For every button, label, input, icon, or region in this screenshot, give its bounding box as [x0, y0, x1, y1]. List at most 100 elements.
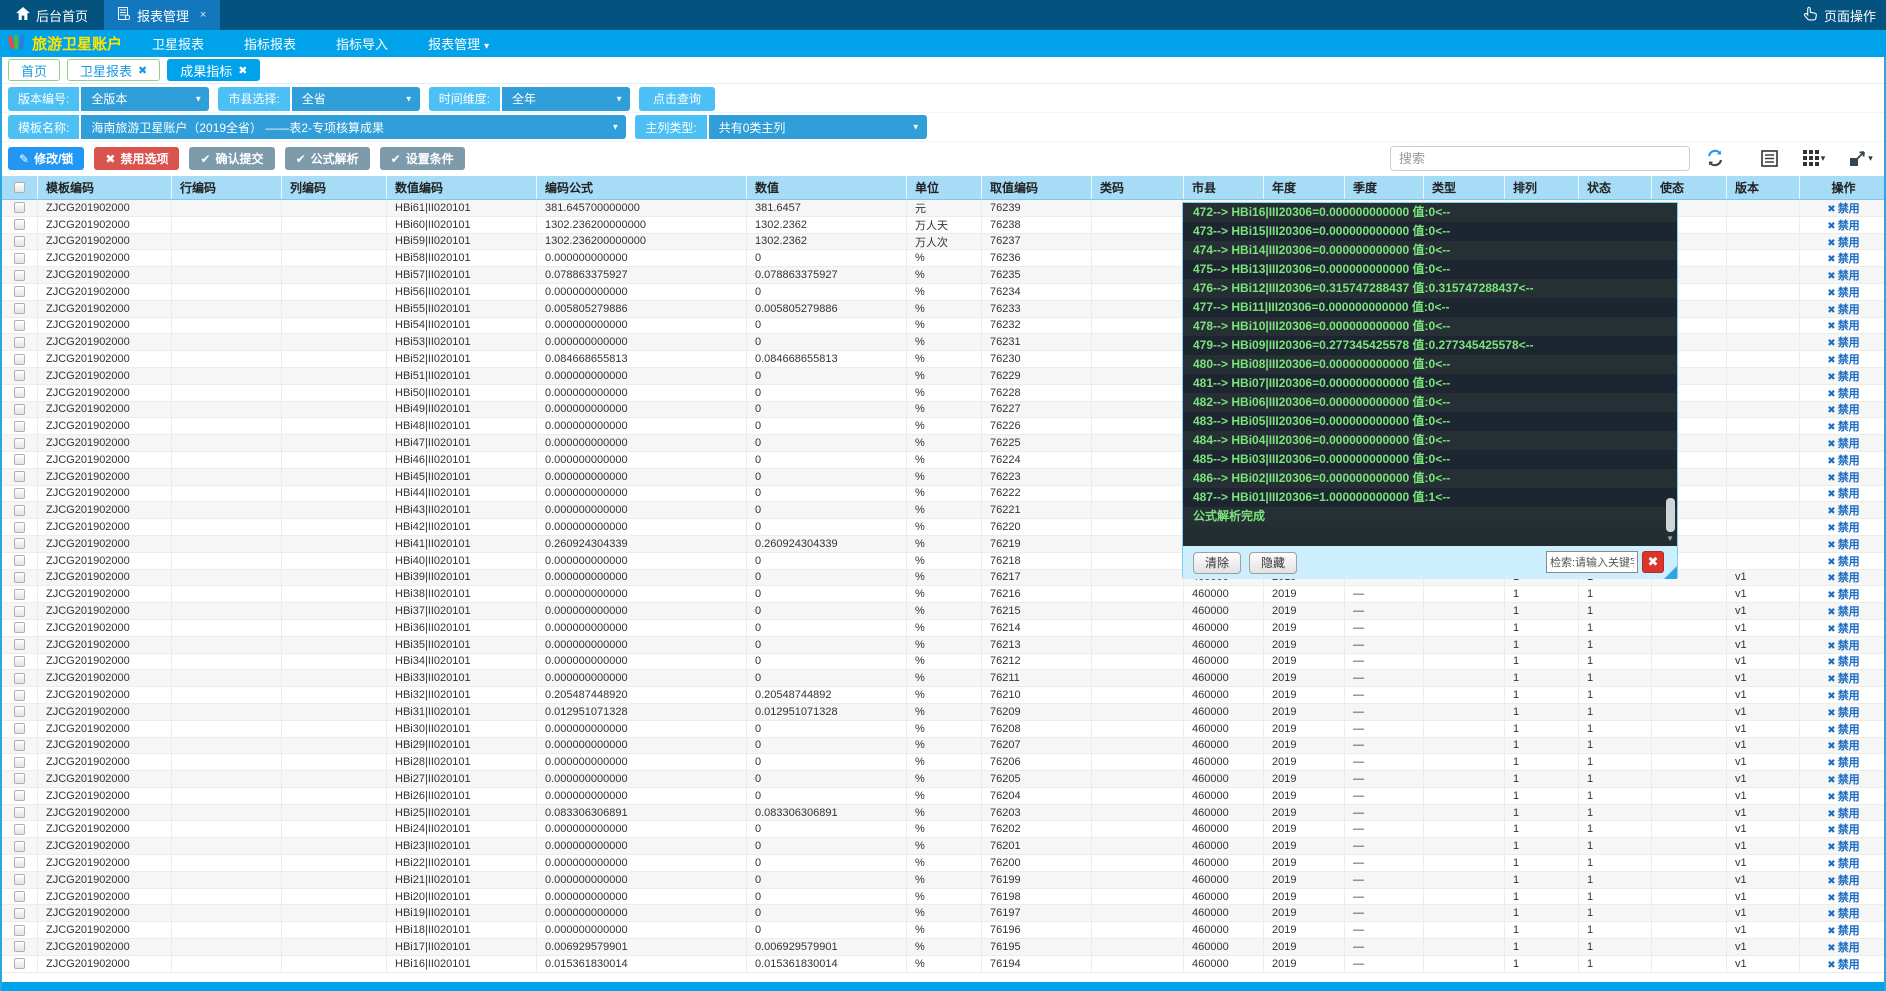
设置条件-button[interactable]: ✔设置条件 [380, 147, 465, 170]
disable-link[interactable]: ✖禁用 [1827, 284, 1859, 300]
disable-link[interactable]: ✖禁用 [1827, 368, 1859, 384]
console-close-button[interactable]: ✖ [1642, 551, 1664, 573]
disable-link[interactable]: ✖禁用 [1827, 553, 1859, 569]
close-icon[interactable]: ✖ [138, 64, 147, 77]
row-checkbox[interactable] [14, 841, 25, 852]
row-checkbox[interactable] [14, 958, 25, 969]
disable-link[interactable]: ✖禁用 [1827, 536, 1859, 552]
row-checkbox[interactable] [14, 555, 25, 566]
row-checkbox[interactable] [14, 673, 25, 684]
nav-item-指标报表[interactable]: 指标报表 [224, 34, 316, 53]
row-checkbox[interactable] [14, 438, 25, 449]
disable-link[interactable]: ✖禁用 [1827, 889, 1859, 905]
row-checkbox[interactable] [14, 925, 25, 936]
filter-select[interactable]: 全省 [292, 87, 420, 111]
disable-link[interactable]: ✖禁用 [1827, 301, 1859, 317]
disable-link[interactable]: ✖禁用 [1827, 351, 1859, 367]
row-checkbox[interactable] [14, 454, 25, 465]
row-checkbox[interactable] [14, 908, 25, 919]
row-checkbox[interactable] [14, 656, 25, 667]
row-checkbox[interactable] [14, 370, 25, 381]
disable-link[interactable]: ✖禁用 [1827, 956, 1859, 972]
resize-corner-handle[interactable] [1664, 566, 1677, 579]
disable-link[interactable]: ✖禁用 [1827, 855, 1859, 871]
row-checkbox[interactable] [14, 723, 25, 734]
row-checkbox[interactable] [14, 606, 25, 617]
columns-grid-icon[interactable]: ▾ [1797, 147, 1831, 169]
公式解析-button[interactable]: ✔公式解析 [285, 147, 370, 170]
disable-link[interactable]: ✖禁用 [1827, 267, 1859, 283]
row-checkbox[interactable] [14, 337, 25, 348]
disable-link[interactable]: ✖禁用 [1827, 738, 1859, 754]
disable-link[interactable]: ✖禁用 [1827, 939, 1859, 955]
row-checkbox[interactable] [14, 773, 25, 784]
filter-select[interactable]: 全年 [502, 87, 630, 111]
top-tab-close-icon[interactable]: × [200, 9, 206, 21]
top-tab-report-management[interactable]: 报表管理 × [104, 0, 220, 30]
row-checkbox[interactable] [14, 286, 25, 297]
row-checkbox[interactable] [14, 270, 25, 281]
list-view-icon[interactable] [1758, 147, 1780, 169]
row-checkbox[interactable] [14, 236, 25, 247]
row-checkbox[interactable] [14, 538, 25, 549]
disable-link[interactable]: ✖禁用 [1827, 318, 1859, 334]
nav-item-报表管理[interactable]: 报表管理▾ [408, 34, 509, 53]
disable-link[interactable]: ✖禁用 [1827, 435, 1859, 451]
disable-link[interactable]: ✖禁用 [1827, 217, 1859, 233]
row-checkbox[interactable] [14, 790, 25, 801]
row-checkbox[interactable] [14, 874, 25, 885]
disable-link[interactable]: ✖禁用 [1827, 687, 1859, 703]
row-checkbox[interactable] [14, 740, 25, 751]
disable-link[interactable]: ✖禁用 [1827, 620, 1859, 636]
scroll-down-arrow-icon[interactable]: ▼ [1666, 534, 1674, 543]
确认提交-button[interactable]: ✔确认提交 [189, 147, 274, 170]
workspace-tab-首页[interactable]: 首页 [8, 59, 60, 81]
row-checkbox[interactable] [14, 807, 25, 818]
backend-home-button[interactable]: 后台首页 [0, 0, 104, 30]
filter-select[interactable]: 全版本 [81, 87, 209, 111]
disable-link[interactable]: ✖禁用 [1827, 385, 1859, 401]
disable-link[interactable]: ✖禁用 [1827, 821, 1859, 837]
console-clear-button[interactable]: 清除 [1193, 552, 1241, 574]
app-brand[interactable]: 旅游卫星账户 [0, 33, 132, 54]
disable-link[interactable]: ✖禁用 [1827, 250, 1859, 266]
禁用选项-button[interactable]: ✖禁用选项 [94, 147, 179, 170]
row-checkbox[interactable] [14, 421, 25, 432]
row-checkbox[interactable] [14, 690, 25, 701]
disable-link[interactable]: ✖禁用 [1827, 654, 1859, 670]
nav-item-卫星报表[interactable]: 卫星报表 [132, 34, 224, 53]
disable-link[interactable]: ✖禁用 [1827, 670, 1859, 686]
row-checkbox[interactable] [14, 488, 25, 499]
row-checkbox[interactable] [14, 572, 25, 583]
disable-link[interactable]: ✖禁用 [1827, 788, 1859, 804]
row-checkbox[interactable] [14, 253, 25, 264]
row-checkbox[interactable] [14, 471, 25, 482]
disable-link[interactable]: ✖禁用 [1827, 469, 1859, 485]
disable-link[interactable]: ✖禁用 [1827, 234, 1859, 250]
disable-link[interactable]: ✖禁用 [1827, 586, 1859, 602]
select-all-checkbox[interactable] [14, 182, 25, 193]
row-checkbox[interactable] [14, 857, 25, 868]
disable-link[interactable]: ✖禁用 [1827, 905, 1859, 921]
row-checkbox[interactable] [14, 303, 25, 314]
row-checkbox[interactable] [14, 891, 25, 902]
row-checkbox[interactable] [14, 589, 25, 600]
disable-link[interactable]: ✖禁用 [1827, 637, 1859, 653]
search-input[interactable] [1390, 146, 1690, 171]
row-checkbox[interactable] [14, 387, 25, 398]
disable-link[interactable]: ✖禁用 [1827, 838, 1859, 854]
disable-link[interactable]: ✖禁用 [1827, 570, 1859, 586]
disable-link[interactable]: ✖禁用 [1827, 519, 1859, 535]
disable-link[interactable]: ✖禁用 [1827, 805, 1859, 821]
disable-link[interactable]: ✖禁用 [1827, 486, 1859, 502]
row-checkbox[interactable] [14, 941, 25, 952]
disable-link[interactable]: ✖禁用 [1827, 502, 1859, 518]
filter-select[interactable]: 海南旅游卫星账户（2019全省） ——表2-专项核算成果 [81, 115, 626, 139]
disable-link[interactable]: ✖禁用 [1827, 334, 1859, 350]
row-checkbox[interactable] [14, 757, 25, 768]
row-checkbox[interactable] [14, 824, 25, 835]
row-checkbox[interactable] [14, 522, 25, 533]
row-checkbox[interactable] [14, 320, 25, 331]
disable-link[interactable]: ✖禁用 [1827, 603, 1859, 619]
row-checkbox[interactable] [14, 219, 25, 230]
